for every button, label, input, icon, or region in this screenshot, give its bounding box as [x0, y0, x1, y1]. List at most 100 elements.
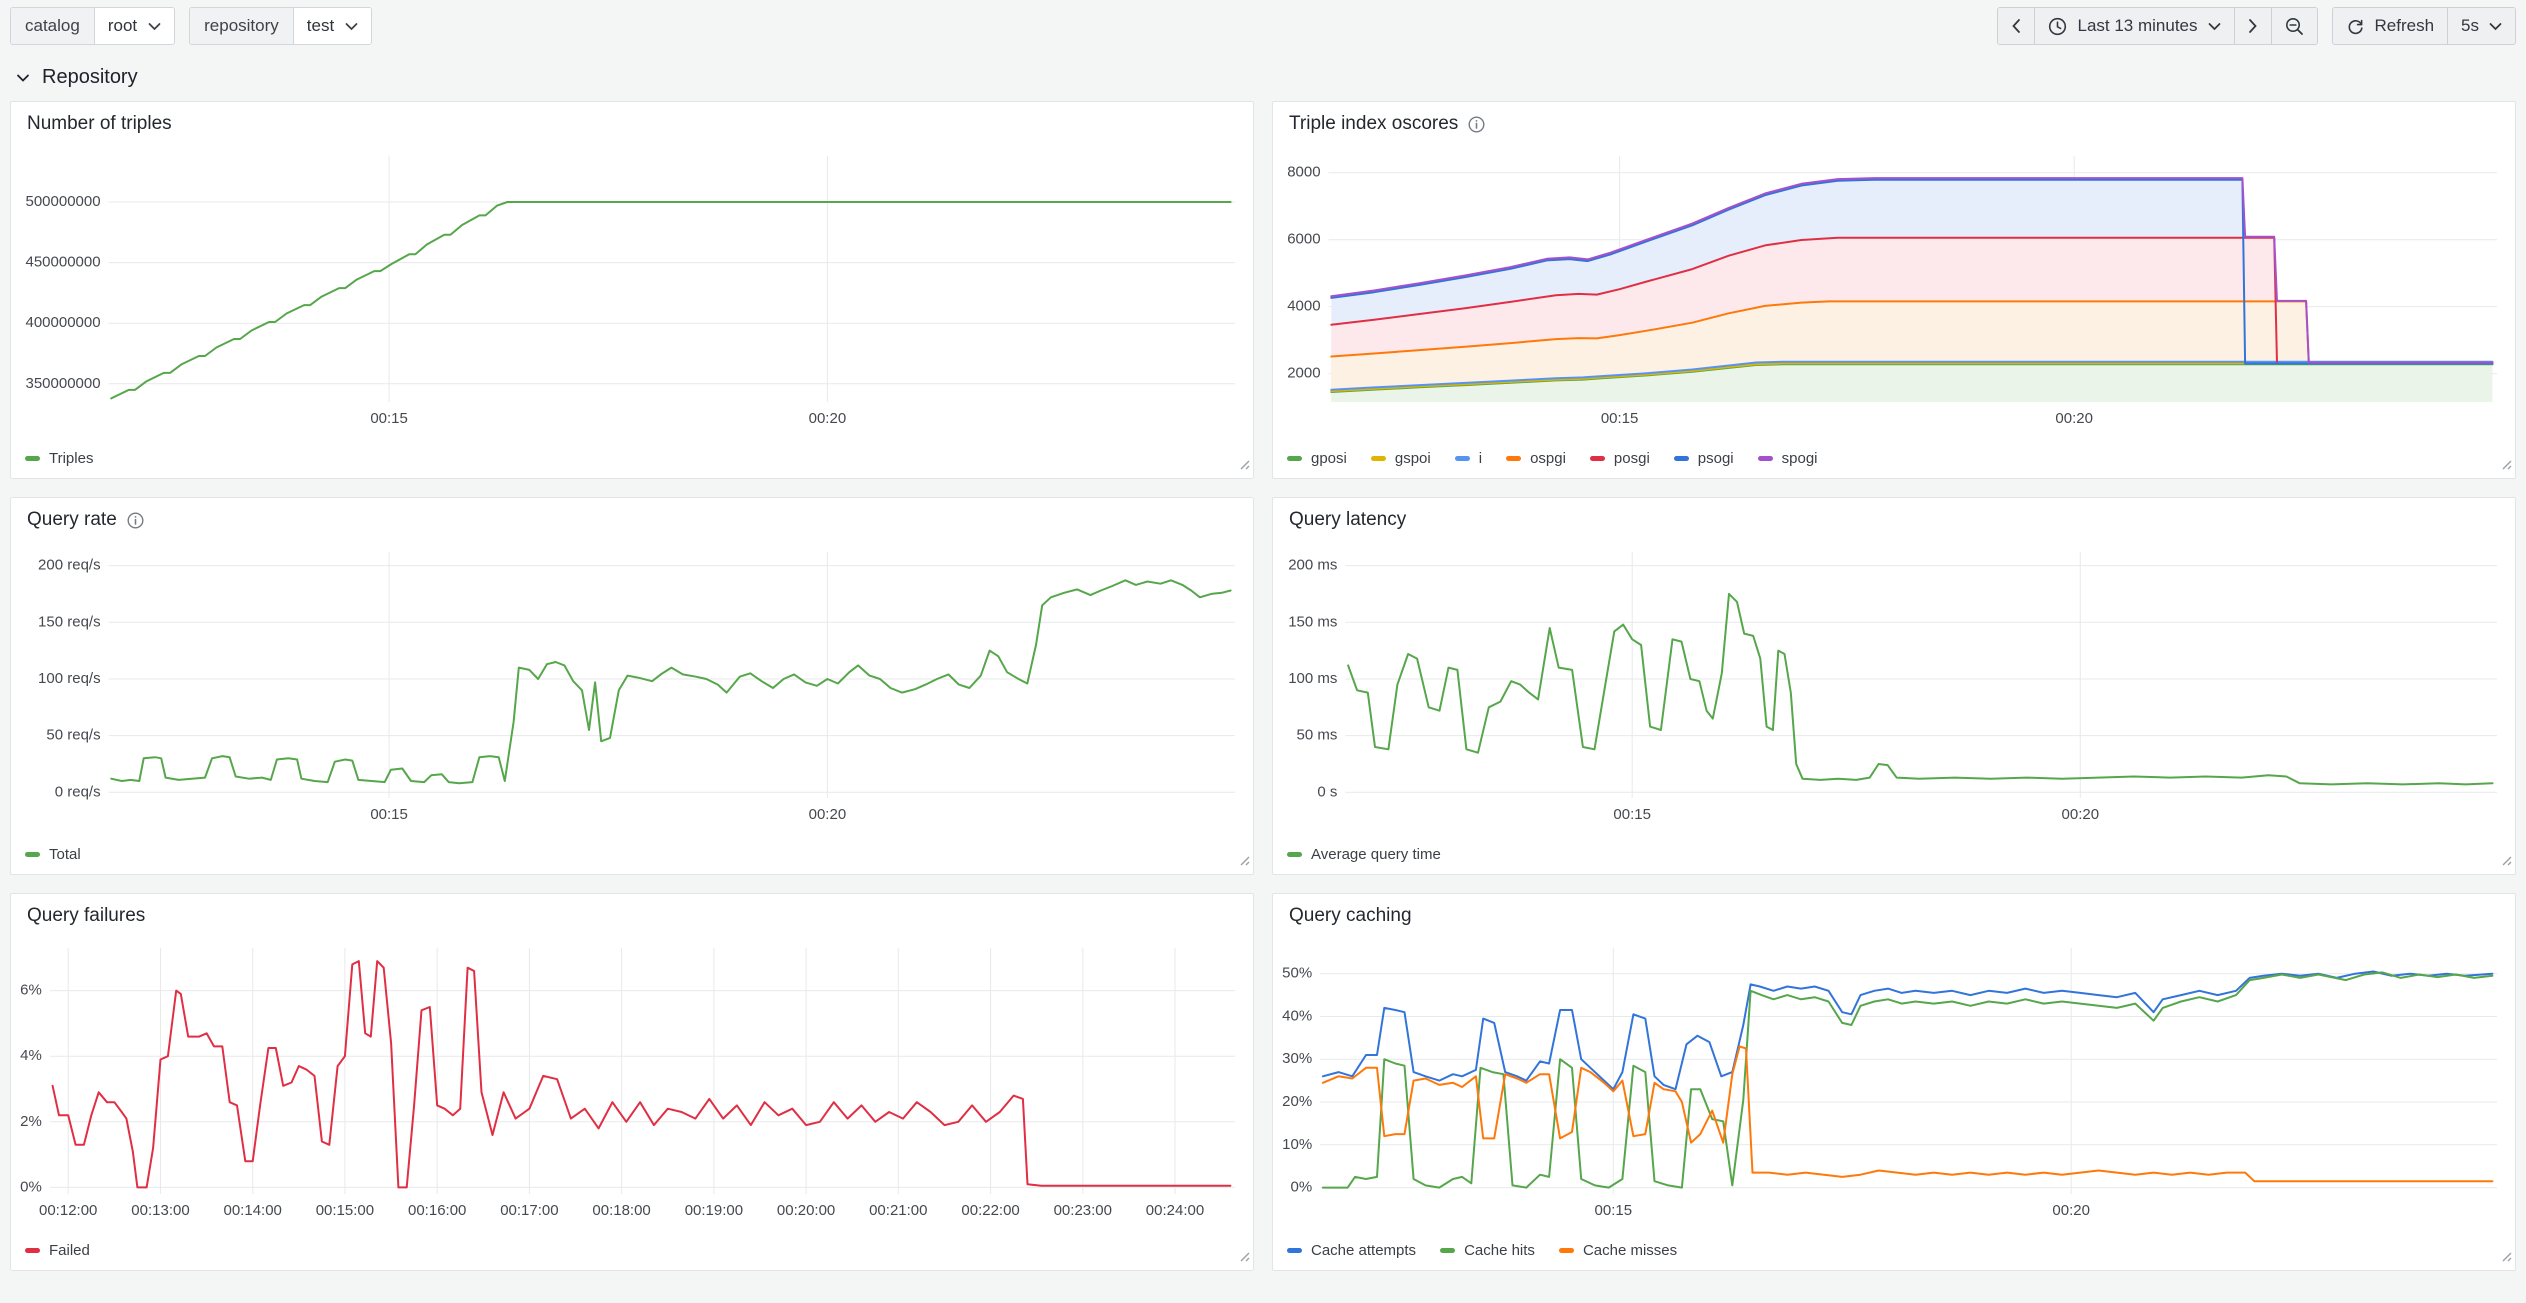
legend-item[interactable]: ospgi [1506, 450, 1566, 467]
time-shift-back-button[interactable] [1998, 8, 2035, 44]
chevron-down-icon [16, 73, 30, 83]
svg-text:00:17:00: 00:17:00 [500, 1202, 558, 1219]
info-icon[interactable] [127, 512, 144, 529]
time-series-chart[interactable]: 200040006000800000:1500:20 [1279, 144, 2505, 430]
legend-label: Failed [49, 1242, 90, 1259]
svg-text:20%: 20% [1282, 1093, 1312, 1110]
variable-repository-value: test [307, 16, 334, 36]
panel-triple-index-oscores: Triple index oscores 200040006000800000:… [1272, 101, 2516, 479]
svg-text:00:18:00: 00:18:00 [592, 1202, 650, 1219]
svg-text:6000: 6000 [1287, 231, 1320, 248]
svg-text:40%: 40% [1282, 1007, 1312, 1024]
panel-header: Triple index oscores [1273, 102, 2515, 132]
variable-catalog-select[interactable]: root [95, 8, 174, 44]
refresh-label: Refresh [2375, 16, 2435, 36]
time-series-chart[interactable]: 0%10%20%30%40%50%00:1500:20 [1279, 936, 2505, 1222]
legend-item[interactable]: Cache hits [1440, 1242, 1535, 1259]
svg-text:6%: 6% [20, 982, 42, 999]
legend-item[interactable]: Failed [25, 1242, 90, 1259]
svg-text:2000: 2000 [1287, 365, 1320, 382]
legend-item[interactable]: posgi [1590, 450, 1650, 467]
time-range-picker[interactable]: Last 13 minutes [2035, 8, 2234, 44]
time-series-chart[interactable]: 0 s50 ms100 ms150 ms200 ms00:1500:20 [1279, 540, 2505, 826]
time-series-chart[interactable]: 0 req/s50 req/s100 req/s150 req/s200 req… [17, 540, 1243, 826]
svg-text:00:24:00: 00:24:00 [1146, 1202, 1204, 1219]
svg-text:00:19:00: 00:19:00 [685, 1202, 743, 1219]
svg-text:00:16:00: 00:16:00 [408, 1202, 466, 1219]
legend-label: Average query time [1311, 846, 1441, 863]
panel-resize-handle[interactable] [1236, 852, 1250, 871]
refresh-interval-select[interactable]: 5s [2448, 8, 2515, 44]
svg-text:400000000: 400000000 [26, 314, 101, 331]
legend-item[interactable]: Cache misses [1559, 1242, 1677, 1259]
svg-text:00:15: 00:15 [1613, 806, 1651, 823]
refresh-interval-value: 5s [2461, 16, 2479, 36]
legend-label: i [1479, 450, 1482, 467]
section-header-repository[interactable]: Repository [0, 52, 154, 101]
variable-repository-select[interactable]: test [294, 8, 371, 44]
svg-text:150 req/s: 150 req/s [38, 613, 101, 630]
svg-text:50 ms: 50 ms [1297, 727, 1338, 744]
legend-label: posgi [1614, 450, 1650, 467]
panel-resize-handle[interactable] [2498, 852, 2512, 871]
svg-text:00:22:00: 00:22:00 [961, 1202, 1019, 1219]
chart-legend: Cache attempts Cache hits Cache misses [1287, 1242, 1677, 1259]
zoom-out-icon [2285, 17, 2304, 36]
panel-query-caching: Query caching 0%10%20%30%40%50%00:1500:2… [1272, 893, 2516, 1271]
panel-number-of-triples: Number of triples 3500000004000000004500… [10, 101, 1254, 479]
legend-swatch [1287, 456, 1302, 461]
panel-resize-handle[interactable] [1236, 456, 1250, 475]
chevron-down-icon [2489, 22, 2502, 31]
chart-legend: Failed [25, 1242, 90, 1259]
time-shift-forward-button[interactable] [2235, 8, 2272, 44]
legend-label: Total [49, 846, 81, 863]
legend-item[interactable]: Cache attempts [1287, 1242, 1416, 1259]
panel-resize-handle[interactable] [2498, 456, 2512, 475]
time-range-label: Last 13 minutes [2077, 16, 2197, 36]
panel-title: Query rate [27, 509, 117, 531]
svg-text:4%: 4% [20, 1047, 42, 1064]
panel-title: Number of triples [27, 113, 172, 135]
svg-text:10%: 10% [1282, 1136, 1312, 1153]
svg-text:00:15: 00:15 [1601, 410, 1639, 427]
legend-item[interactable]: gspoi [1371, 450, 1431, 467]
legend-item[interactable]: Triples [25, 450, 93, 467]
legend-swatch [25, 1248, 40, 1253]
time-series-chart[interactable]: 35000000040000000045000000050000000000:1… [17, 144, 1243, 430]
variable-catalog: catalog root [10, 7, 175, 45]
refresh-button[interactable]: Refresh [2333, 8, 2449, 44]
legend-swatch [1455, 456, 1470, 461]
legend-item[interactable]: spogi [1758, 450, 1818, 467]
legend-item[interactable]: gposi [1287, 450, 1347, 467]
legend-label: ospgi [1530, 450, 1566, 467]
panel-resize-handle[interactable] [2498, 1248, 2512, 1267]
chevron-down-icon [2208, 22, 2221, 31]
panel-title: Query failures [27, 905, 145, 927]
svg-text:00:21:00: 00:21:00 [869, 1202, 927, 1219]
chevron-left-icon [2011, 18, 2021, 34]
section-title: Repository [42, 66, 138, 89]
info-icon[interactable] [1468, 116, 1485, 133]
legend-item[interactable]: Average query time [1287, 846, 1441, 863]
svg-text:200 ms: 200 ms [1288, 557, 1337, 574]
time-series-chart[interactable]: 0%2%4%6%00:12:0000:13:0000:14:0000:15:00… [17, 936, 1243, 1222]
svg-text:0%: 0% [20, 1178, 42, 1195]
legend-swatch [1440, 1248, 1455, 1253]
legend-label: Triples [49, 450, 93, 467]
chevron-right-icon [2248, 18, 2258, 34]
zoom-out-button[interactable] [2272, 8, 2317, 44]
legend-label: Cache attempts [1311, 1242, 1416, 1259]
variable-catalog-value: root [108, 16, 137, 36]
legend-item[interactable]: psogi [1674, 450, 1734, 467]
legend-label: Cache hits [1464, 1242, 1535, 1259]
svg-text:4000: 4000 [1287, 298, 1320, 315]
legend-item[interactable]: i [1455, 450, 1482, 467]
panel-title: Triple index oscores [1289, 113, 1458, 135]
legend-item[interactable]: Total [25, 846, 81, 863]
svg-text:00:20: 00:20 [2055, 410, 2093, 427]
panel-resize-handle[interactable] [1236, 1248, 1250, 1267]
legend-swatch [25, 456, 40, 461]
svg-text:100 ms: 100 ms [1288, 670, 1337, 687]
svg-text:30%: 30% [1282, 1050, 1312, 1067]
chart-legend: Total [25, 846, 81, 863]
